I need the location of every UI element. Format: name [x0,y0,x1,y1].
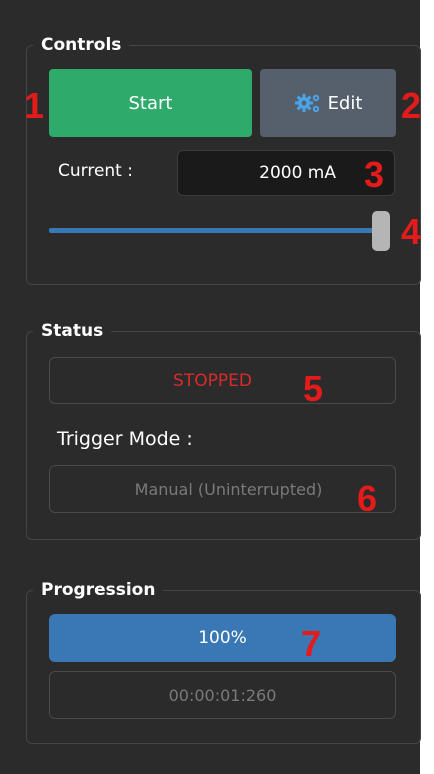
slider-handle[interactable] [372,211,390,251]
status-state: STOPPED [173,370,252,391]
current-input[interactable]: 2000 mA [177,150,395,196]
progression-legend: Progression [33,577,164,603]
trigger-mode-value: Manual (Uninterrupted) [134,479,323,499]
current-label: Current : [58,161,133,181]
callout-3: 3 [364,154,385,195]
progress-bar: 100% [49,614,396,662]
controls-legend: Controls [33,32,130,58]
slider-track [49,228,374,233]
trigger-mode-label: Trigger Mode : [57,428,193,450]
edit-button[interactable]: Edit [260,69,396,137]
status-legend: Status [33,318,112,344]
callout-5: 5 [303,368,324,409]
control-panel: Controls Start Edit Current: 2000 mA St… [0,0,422,774]
callout-1: 1 [24,85,45,126]
status-display: STOPPED [49,357,396,404]
trigger-mode-field: Manual (Uninterrupted) [49,465,396,513]
current-value: 2000 mA [259,163,336,183]
callout-2: 2 [401,85,422,126]
elapsed-time-field: 00:00:01:260 [49,671,396,719]
callout-4: 4 [401,211,422,252]
current-slider[interactable] [49,211,394,251]
edit-button-label: Edit [327,92,363,114]
progress-percent: 100% [198,628,247,648]
gears-icon [294,92,322,114]
start-button[interactable]: Start [49,69,252,137]
callout-7: 7 [301,623,322,664]
elapsed-time: 00:00:01:260 [168,685,277,705]
start-button-label: Start [128,92,173,114]
callout-6: 6 [357,478,378,519]
